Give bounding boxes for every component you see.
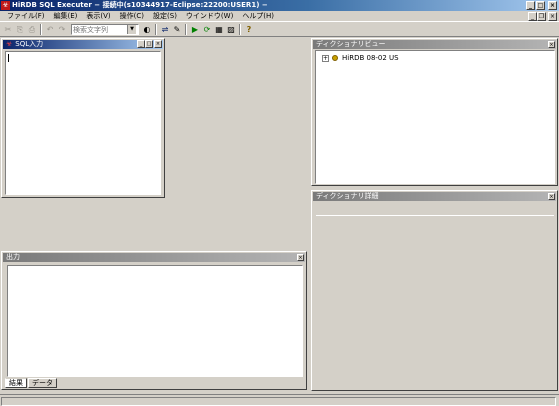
sql-editor[interactable] [5, 51, 161, 195]
sql-input-panel: ☣ SQL入力 _ □ × [1, 38, 165, 198]
mdi-restore-button[interactable]: ❐ [537, 12, 546, 21]
menu-view[interactable]: 表示(V) [82, 11, 115, 21]
menu-edit[interactable]: 編集(E) [50, 11, 83, 21]
sql-close-button[interactable]: × [154, 40, 162, 48]
expand-icon[interactable]: + [322, 54, 329, 62]
dictionary-detail-titlebar[interactable]: ディクショナリ詳細 × [313, 192, 556, 201]
mdi-minimize-button[interactable]: _ [528, 12, 537, 21]
dictionary-view-close-button[interactable]: × [548, 41, 555, 48]
tree-node-hirdb[interactable]: + HiRDB 08-02 US [322, 54, 399, 62]
menu-file[interactable]: ファイル(F) [3, 11, 50, 21]
menu-settings[interactable]: 設定(S) [149, 11, 182, 21]
menu-help[interactable]: ヘルプ(H) [238, 11, 279, 21]
toolbar-separator [185, 24, 187, 35]
dictionary-detail-title: ディクショナリ詳細 [316, 192, 379, 200]
dictionary-view-panel: ディクショナリビュー × + HiRDB 08-02 US [311, 38, 558, 186]
search-combobox[interactable]: ▼ [71, 24, 139, 35]
output-area[interactable] [7, 265, 303, 377]
chevron-down-icon[interactable]: ▼ [127, 25, 136, 34]
status-pane [1, 397, 556, 406]
dictionary-view-title: ディクショナリビュー [316, 40, 386, 48]
output-title: 出力 [6, 253, 20, 261]
database-icon [332, 55, 338, 61]
tab-data[interactable]: データ [28, 378, 57, 388]
sql-input-title: SQL入力 [15, 40, 44, 48]
output-titlebar[interactable]: 出力 × [3, 253, 305, 262]
menu-bar: ファイル(F) 編集(E) 表示(V) 操作(C) 設定(S) ウインドウ(W)… [0, 11, 559, 22]
status-bar [0, 394, 559, 406]
paste-icon[interactable]: ⎙ [27, 25, 37, 35]
output-close-button[interactable]: × [297, 254, 304, 261]
copy-icon[interactable]: ⎘ [15, 25, 25, 35]
dictionary-detail-close-button[interactable]: × [548, 193, 555, 200]
help-icon[interactable]: ? [244, 25, 254, 35]
detail-divider [316, 215, 554, 216]
dictionary-view-titlebar[interactable]: ディクショナリビュー × [313, 40, 556, 49]
window-title: HiRDB SQL Executer − 接続中(s10344917-Eclip… [12, 1, 268, 9]
text-cursor [8, 54, 9, 62]
toolbar: ✂ ⎘ ⎙ ↶ ↷ ▼ ◐ ⇌ ✎ ▶ ⟳ ▦ ▨ ? [0, 23, 559, 37]
app-icon: ☣ [1, 1, 10, 10]
dictionary-detail-panel: ディクショナリ詳細 × [311, 190, 558, 391]
menu-window[interactable]: ウインドウ(W) [182, 11, 238, 21]
grid-icon[interactable]: ▦ [214, 25, 224, 35]
toolbar-separator [155, 24, 157, 35]
sql-minimize-button[interactable]: _ [137, 40, 145, 48]
toolbar-separator [239, 24, 241, 35]
mdi-close-button[interactable]: × [548, 12, 557, 21]
window-maximize-button[interactable]: □ [536, 1, 545, 10]
cut-icon[interactable]: ✂ [3, 25, 13, 35]
output-panel: 出力 × 結果 データ [1, 251, 307, 390]
edit-icon[interactable]: ✎ [172, 25, 182, 35]
window-close-button[interactable]: × [548, 1, 557, 10]
window-minimize-button[interactable]: _ [526, 1, 535, 10]
toolbar-separator [40, 24, 42, 35]
redo-icon[interactable]: ↷ [57, 25, 67, 35]
tab-results[interactable]: 結果 [5, 378, 27, 388]
sql-panel-icon: ☣ [6, 40, 13, 48]
window-titlebar[interactable]: ☣ HiRDB SQL Executer − 接続中(s10344917-Ecl… [0, 0, 559, 11]
output-tabs: 結果 データ [5, 378, 58, 388]
tree-node-label: HiRDB 08-02 US [342, 54, 399, 62]
search-input[interactable] [72, 25, 127, 34]
menu-operation[interactable]: 操作(C) [116, 11, 149, 21]
refresh-icon[interactable]: ⟳ [202, 25, 212, 35]
save-icon[interactable]: ▨ [226, 25, 236, 35]
dictionary-tree[interactable]: + HiRDB 08-02 US [315, 50, 555, 184]
sql-input-titlebar[interactable]: ☣ SQL入力 _ □ × [3, 40, 163, 49]
connect-icon[interactable]: ⇌ [160, 25, 170, 35]
sql-maximize-button[interactable]: □ [145, 40, 153, 48]
undo-icon[interactable]: ↶ [45, 25, 55, 35]
run-icon[interactable]: ▶ [190, 25, 200, 35]
find-icon[interactable]: ◐ [142, 25, 152, 35]
